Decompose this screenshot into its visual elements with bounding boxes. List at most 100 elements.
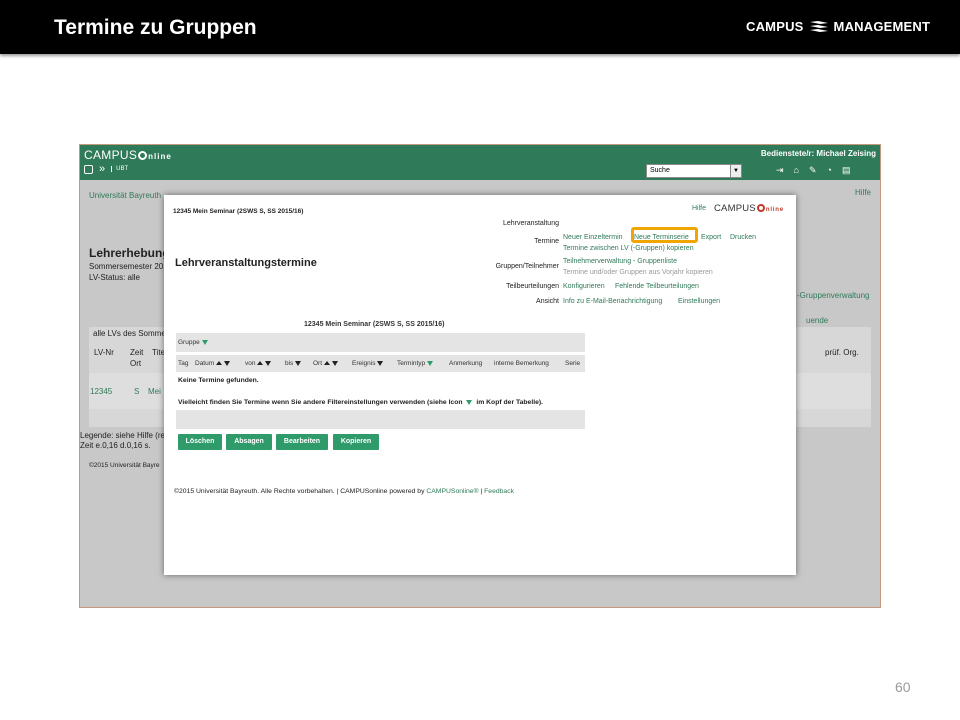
teilbeurteilungen-label: Teilbeurteilungen <box>506 283 559 290</box>
page-number: 60 <box>895 679 911 695</box>
bg-copyright: ©2015 Universität Bayre <box>89 462 160 469</box>
filter-icon[interactable] <box>201 340 208 345</box>
page-title: Lehrveranstaltungstermine <box>175 257 317 269</box>
gruppenverwaltung-link[interactable]: -Gruppenverwaltung <box>797 291 869 300</box>
legend-text: Legende: siehe Hilfe (rec <box>80 431 169 440</box>
neuer-einzeltermin-link[interactable]: Neuer Einzeltermin <box>563 234 623 241</box>
filter-icon[interactable] <box>224 361 231 366</box>
filter-icon[interactable] <box>377 361 384 366</box>
filter-icon[interactable] <box>427 361 434 366</box>
absagen-button[interactable]: Absagen <box>226 434 272 450</box>
termine-popup: 12345 Mein Seminar (2SWS S, SS 2015/16) … <box>164 195 796 575</box>
online-ring-icon <box>138 151 148 160</box>
filter-hint-text: Vielleicht finden Sie Termine wenn Sie a… <box>178 399 543 406</box>
logo-left-text: CAMPUS <box>746 19 804 34</box>
filter-hint-after: im Kopf der Tabelle). <box>476 399 544 406</box>
course-title: 12345 Mein Seminar (2SWS S, SS 2015/16) <box>173 208 304 215</box>
bearbeiten-button[interactable]: Bearbeiten <box>276 434 328 450</box>
table-caption: 12345 Mein Seminar (2SWS S, SS 2015/16) <box>304 321 445 328</box>
campusonline-header: CAMPUS nline » UBT Bedienstete/r: Michael… <box>80 145 880 180</box>
row-type[interactable]: S <box>134 387 139 396</box>
termine-kopieren-link[interactable]: Termine zwischen LV (-Gruppen) kopieren <box>563 245 694 252</box>
popup-help-link[interactable]: Hilfe <box>692 205 706 212</box>
online-ring-icon <box>756 204 765 212</box>
fehlende-teilbeurteilungen-link[interactable]: Fehlende Teilbeurteilungen <box>615 283 699 290</box>
book-icon <box>809 20 828 32</box>
logo-sub: UBT <box>111 166 128 172</box>
logout-icon[interactable]: ⇥ <box>776 165 784 176</box>
campusonline-link[interactable]: CAMPUSonline® <box>426 488 478 495</box>
col-bis: bis <box>285 360 294 367</box>
highlight-box <box>631 227 698 243</box>
konfigurieren-link[interactable]: Konfigurieren <box>563 283 605 290</box>
dashboard-icon[interactable]: ◔ <box>827 165 832 176</box>
logo-suffix: nline <box>148 152 172 161</box>
filter-icon[interactable] <box>295 361 302 366</box>
double-chevron-icon[interactable]: » <box>99 163 105 175</box>
status-label: LV-Status: alle <box>89 273 140 282</box>
edit-icon[interactable]: ✎ <box>809 165 817 176</box>
filter-icon[interactable] <box>265 361 272 366</box>
lv-table-caption: alle LVs des Somme <box>93 329 166 338</box>
drucken-link[interactable]: Drucken <box>730 234 756 241</box>
sort-asc-icon[interactable] <box>257 361 264 365</box>
gruppe-filter-row: Gruppe <box>176 333 585 352</box>
slide-title: Termine zu Gruppen <box>54 16 257 39</box>
teilnehmerverwaltung-link[interactable]: Teilnehmerverwaltung - Gruppenliste <box>563 258 677 265</box>
lehrveranstaltung-label: Lehrveranstaltung <box>502 220 559 227</box>
campus-management-logo: CAMPUS MANAGEMENT <box>746 19 930 34</box>
sort-asc-icon[interactable] <box>324 361 331 365</box>
col-datum: Datum <box>195 360 215 367</box>
col-zeit: Zeit <box>130 348 144 357</box>
ansicht-label: Ansicht <box>536 298 559 305</box>
feedback-link[interactable]: Feedback <box>484 488 514 495</box>
col-interne-bemerkung: interne Bemerkung <box>494 360 549 367</box>
breadcrumb[interactable]: Universität Bayreuth <box>89 191 161 200</box>
page-heading: Lehrerhebung <box>89 246 170 260</box>
sort-asc-icon[interactable] <box>216 361 223 365</box>
footer-separator: | <box>480 488 483 495</box>
slide-header: Termine zu Gruppen CAMPUS MANAGEMENT <box>0 0 960 54</box>
user-name: Bedienstete/r: Michael Zeising <box>760 149 876 158</box>
print-icon[interactable]: ▤ <box>842 165 851 176</box>
search-value: Suche <box>650 167 670 174</box>
table-header-row: Tag Datum von bis Ort Ereignis Termintyp… <box>176 355 585 372</box>
filter-hint-before: Vielleicht finden Sie Termine wenn Sie a… <box>178 399 463 406</box>
home-icon[interactable]: ⌂ <box>794 165 799 176</box>
col-pruef: prüf. Org. <box>825 348 859 357</box>
popup-footer: ©2015 Universität Bayreuth. Alle Rechte … <box>174 488 514 495</box>
popup-logo-suffix: nline <box>765 207 784 213</box>
row-nr[interactable]: 12345 <box>90 387 112 396</box>
campusonline-nav: » UBT <box>84 163 128 175</box>
filter-icon[interactable] <box>332 361 339 366</box>
help-link[interactable]: Hilfe <box>855 188 871 197</box>
col-serie: Serie <box>565 360 581 367</box>
col-lvnr: LV-Nr <box>94 348 114 357</box>
logo-word: CAMPUS <box>84 148 138 162</box>
row-title[interactable]: Mei <box>148 387 161 396</box>
campusonline-logo: CAMPUS nline <box>84 148 172 162</box>
col-anmerkung: Anmerkung <box>449 360 483 367</box>
popup-campusonline-logo: CAMPUS nline <box>714 203 784 214</box>
col-tag: Tag <box>178 360 189 367</box>
popup-logo-word: CAMPUS <box>714 203 756 214</box>
termine-vorjahr-link: Termine und/oder Gruppen aus Vorjahr kop… <box>563 269 713 276</box>
search-select[interactable]: Suche ▼ <box>646 164 742 178</box>
uende-link[interactable]: uende <box>806 316 828 325</box>
chevron-down-icon[interactable]: ▼ <box>730 165 741 177</box>
col-ort: Ort <box>313 360 323 367</box>
no-entries-text: Keine Termine gefunden. <box>178 377 259 384</box>
loeschen-button[interactable]: Löschen <box>178 434 222 450</box>
window-icon[interactable] <box>84 164 93 174</box>
einstellungen-link[interactable]: Einstellungen <box>678 298 720 305</box>
gruppen-label: Gruppen/Teilnehmer <box>495 263 559 270</box>
col-von: von <box>245 360 256 367</box>
col-ereignis: Ereignis <box>352 360 376 367</box>
timing-text: Zeit e.0,16 d.0,16 s. <box>80 441 151 450</box>
col-termintyp: Termintyp <box>397 360 426 367</box>
header-icons: ⇥ ⌂ ✎ ◔ ▤ <box>776 165 850 176</box>
kopieren-button[interactable]: Kopieren <box>333 434 379 450</box>
export-link[interactable]: Export <box>701 234 721 241</box>
info-email-link[interactable]: Info zu E-Mail-Benachrichtigung <box>563 298 662 305</box>
footer-text: ©2015 Universität Bayreuth. Alle Rechte … <box>174 488 425 495</box>
